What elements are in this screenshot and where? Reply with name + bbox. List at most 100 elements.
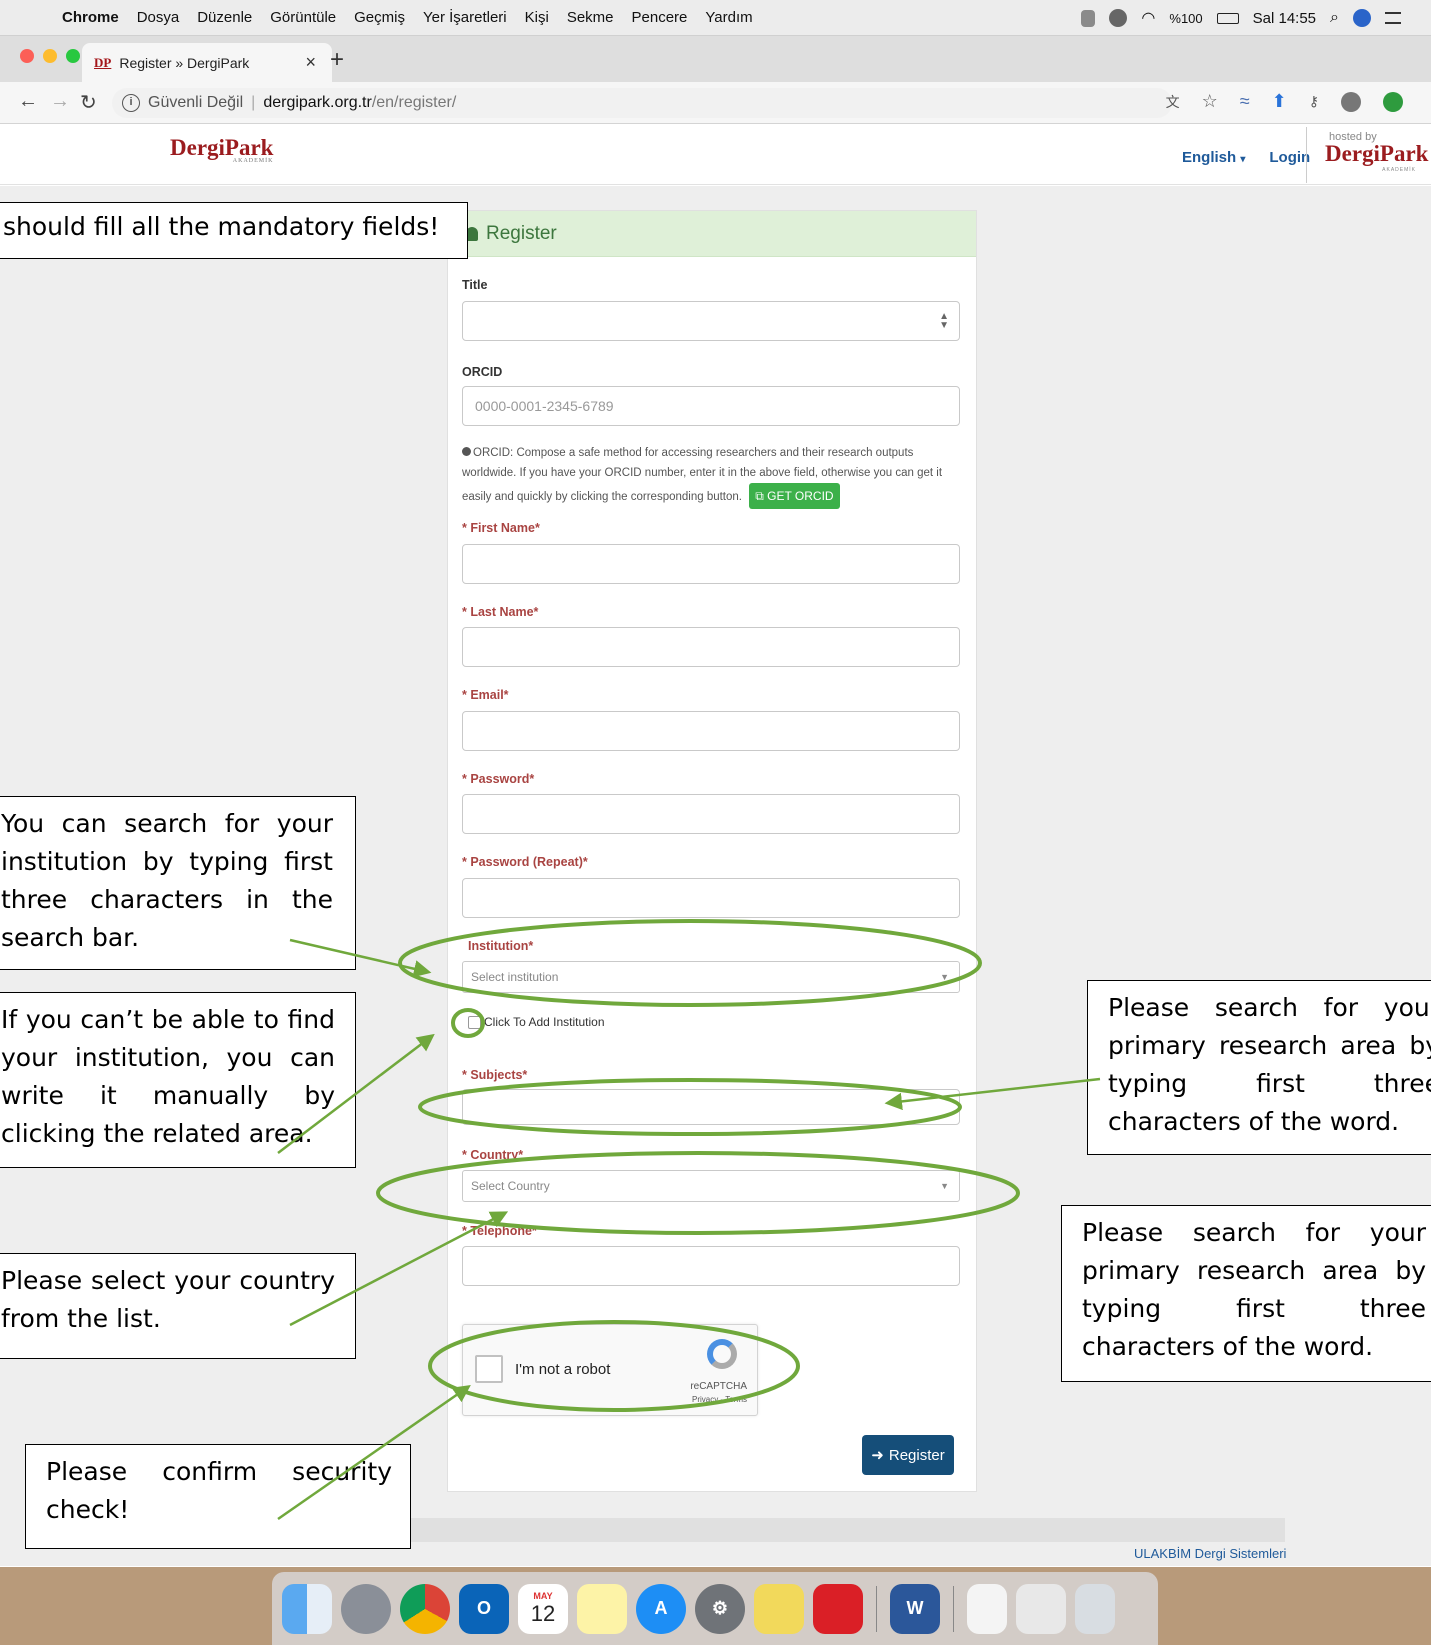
footer-link[interactable]: ULAKBİM Dergi Sistemleri xyxy=(1134,1546,1286,1561)
spotlight-search-icon[interactable]: ⌕ xyxy=(1330,9,1339,27)
institution-placeholder: Select institution xyxy=(471,970,559,984)
register-button[interactable]: ➜ Register xyxy=(862,1435,954,1475)
info-icon[interactable]: i xyxy=(122,94,140,112)
minimize-window-icon[interactable] xyxy=(43,49,57,63)
country-placeholder: Select Country xyxy=(471,1179,550,1193)
chrome-icon[interactable] xyxy=(400,1583,450,1634)
tab-title: Register » DergiPark xyxy=(119,54,250,71)
security-label[interactable]: Güvenli Değil xyxy=(148,94,243,112)
extension-green-icon[interactable] xyxy=(1383,91,1403,112)
annotation-research-area-text: Please search for your primary research … xyxy=(1082,1218,1426,1361)
back-arrow-icon[interactable]: ← xyxy=(18,90,38,113)
recaptcha-text: I'm not a robot xyxy=(515,1361,611,1378)
dock-separator xyxy=(953,1585,954,1632)
get-orcid-button[interactable]: ⧉ GET ORCID xyxy=(749,483,840,509)
orcid-placeholder: 0000-0001-2345-6789 xyxy=(475,398,614,414)
menu-item-goruntule[interactable]: Görüntüle xyxy=(270,9,336,26)
email-input[interactable] xyxy=(462,711,960,751)
system-preferences-icon[interactable]: ⚙ xyxy=(695,1583,745,1634)
clock[interactable]: Sal 14:55 xyxy=(1253,10,1316,27)
dock-separator xyxy=(876,1585,877,1632)
select-updown-icon: ▲ ▼ xyxy=(939,311,949,331)
get-orcid-label: GET ORCID xyxy=(767,489,834,503)
address-bar[interactable]: i Güvenli Değil | dergipark.org.tr /en/r… xyxy=(112,88,1172,118)
extension-arrow-icon[interactable]: ⬆ xyxy=(1272,91,1287,112)
calendar-icon[interactable]: MAY 12 xyxy=(518,1583,568,1634)
menu-item-duzenle[interactable]: Düzenle xyxy=(197,9,252,26)
country-label: * Country* xyxy=(462,1148,524,1162)
bookmark-star-icon[interactable]: ☆ xyxy=(1202,91,1218,112)
menu-item-gecmis[interactable]: Geçmiş xyxy=(354,9,405,26)
macos-menu-bar: Chrome Dosya Düzenle Görüntüle Geçmiş Ye… xyxy=(0,0,1431,36)
recaptcha-checkbox[interactable] xyxy=(475,1355,503,1383)
menu-app-chrome[interactable]: Chrome xyxy=(62,9,119,26)
annotation-subjects-search-text: Please search for your primary research … xyxy=(1108,993,1431,1136)
word-icon[interactable]: W xyxy=(890,1583,940,1634)
battery-icon[interactable] xyxy=(1216,12,1239,24)
password-repeat-label: * Password (Repeat)* xyxy=(462,855,588,869)
menu-item-kisi[interactable]: Kişi xyxy=(525,9,549,26)
wifi-icon[interactable]: ◠ xyxy=(1141,8,1155,28)
orcid-input[interactable]: 0000-0001-2345-6789 xyxy=(462,386,960,426)
url-path: /en/register/ xyxy=(371,94,457,111)
institution-label: Institution* xyxy=(468,939,534,953)
key-icon[interactable]: ⚷ xyxy=(1309,93,1319,110)
url-separator: | xyxy=(251,94,256,111)
siri-icon[interactable] xyxy=(1353,9,1371,27)
extension-wave-icon[interactable]: ≈ xyxy=(1240,91,1250,112)
extension-icon[interactable] xyxy=(1109,9,1128,27)
add-institution-label[interactable]: Click To Add Institution xyxy=(484,1015,605,1029)
password-input[interactable] xyxy=(462,794,960,834)
vpn-shield-icon[interactable] xyxy=(1081,9,1096,27)
caret-down-icon: ▼ xyxy=(940,1181,949,1191)
title-select[interactable]: ▲ ▼ xyxy=(462,301,960,341)
downloads-stack-icon[interactable] xyxy=(1016,1583,1066,1634)
menu-item-yardim[interactable]: Yardım xyxy=(705,9,752,26)
first-name-input[interactable] xyxy=(462,544,960,584)
recaptcha-links[interactable]: Privacy - Terms xyxy=(692,1395,747,1404)
trash-icon[interactable] xyxy=(1075,1583,1115,1634)
tab-close-icon[interactable]: × xyxy=(305,52,316,73)
last-name-input[interactable] xyxy=(462,627,960,667)
menu-item-pencere[interactable]: Pencere xyxy=(632,9,688,26)
menu-item-yer-isaretleri[interactable]: Yer İşaretleri xyxy=(423,9,507,26)
language-dropdown[interactable]: English ▾ xyxy=(1182,149,1245,166)
close-window-icon[interactable] xyxy=(20,49,34,63)
reload-icon[interactable]: ↻ xyxy=(80,90,97,115)
institution-select[interactable]: Select institution ▼ xyxy=(462,961,960,993)
notes-icon[interactable] xyxy=(577,1583,627,1634)
finder-icon[interactable] xyxy=(282,1583,332,1634)
launchpad-icon[interactable] xyxy=(341,1583,391,1634)
translate-icon[interactable]: 文 xyxy=(1166,92,1180,112)
browser-tab[interactable]: DP Register » DergiPark × xyxy=(82,43,332,82)
creative-cloud-icon[interactable] xyxy=(813,1583,863,1634)
menu-item-sekme[interactable]: Sekme xyxy=(567,9,614,26)
annotation-subjects-search: Please search for your primary research … xyxy=(1087,980,1431,1155)
profile-avatar[interactable] xyxy=(1341,91,1361,112)
login-link[interactable]: Login xyxy=(1269,149,1310,166)
forward-arrow-icon[interactable]: → xyxy=(50,90,70,113)
document-icon[interactable] xyxy=(967,1583,1007,1634)
hosted-by-logo[interactable]: hosted by DergiPark AKADEMİK xyxy=(1306,127,1428,183)
subjects-input[interactable] xyxy=(462,1089,960,1125)
notification-center-icon[interactable] xyxy=(1385,12,1401,24)
telephone-input[interactable] xyxy=(462,1246,960,1286)
url-host: dergipark.org.tr xyxy=(263,94,372,111)
title-label: Title xyxy=(462,278,488,292)
stickies-icon[interactable] xyxy=(754,1583,804,1634)
annotation-mandatory-fields: should fill all the mandatory fields! xyxy=(0,202,468,259)
app-store-icon[interactable]: A xyxy=(636,1583,686,1634)
outlook-icon[interactable]: O xyxy=(459,1583,509,1634)
dergipark-logo[interactable]: DergiPark AKADEMİK xyxy=(170,135,273,164)
password-repeat-input[interactable] xyxy=(462,878,960,918)
add-institution-checkbox[interactable] xyxy=(468,1016,481,1029)
zoom-window-icon[interactable] xyxy=(66,49,80,63)
annotation-institution-search: You can search for your institution by t… xyxy=(0,796,356,970)
country-select[interactable]: Select Country ▼ xyxy=(462,1170,960,1202)
calendar-month: MAY xyxy=(533,1590,553,1601)
recaptcha-brand: reCAPTCHA xyxy=(690,1381,747,1392)
menu-item-dosya[interactable]: Dosya xyxy=(137,9,180,26)
new-tab-icon[interactable]: + xyxy=(330,46,344,74)
register-button-label: Register xyxy=(888,1446,945,1464)
annotation-security-check: Please confirm security check! xyxy=(25,1444,411,1549)
